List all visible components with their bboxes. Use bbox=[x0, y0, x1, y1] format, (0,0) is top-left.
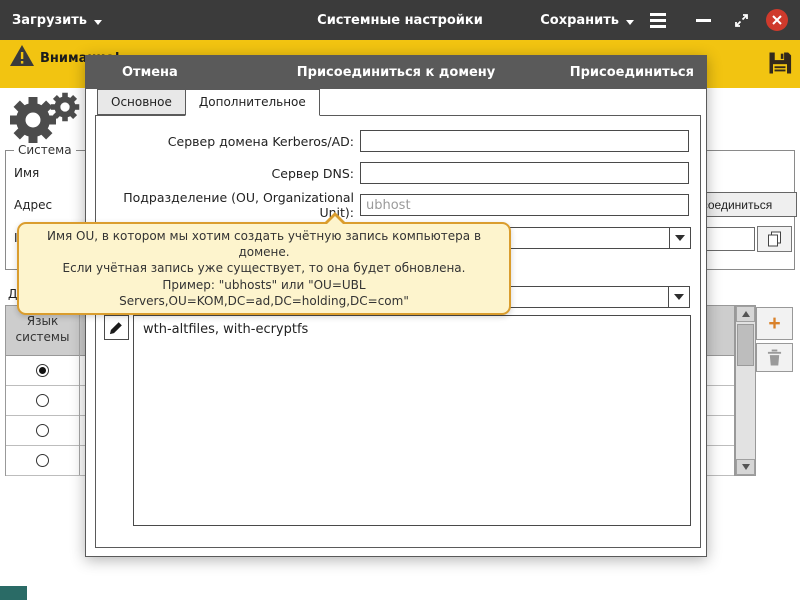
tab-additional[interactable]: Дополнительное bbox=[185, 89, 320, 116]
dialog-tabs: Основное Дополнительное bbox=[97, 89, 319, 116]
dropdown-arrow-icon bbox=[675, 235, 685, 241]
table-column-divider bbox=[79, 306, 80, 475]
features-textarea[interactable]: wth-altfiles, with-ecryptfs bbox=[133, 315, 691, 526]
kerberos-server-label: Сервер домена Kerberos/AD: bbox=[96, 134, 360, 149]
top-bar-actions: Сохранить bbox=[540, 0, 788, 40]
scrollbar-thumb[interactable] bbox=[737, 324, 754, 366]
scroll-up-button[interactable] bbox=[736, 306, 755, 322]
chevron-down-icon bbox=[626, 20, 634, 25]
dialog-panel: Сервер домена Kerberos/AD: Сервер DNS: П… bbox=[95, 115, 701, 548]
bottom-left-accent bbox=[0, 586, 27, 600]
table-scrollbar[interactable] bbox=[735, 305, 756, 476]
language-radio-2[interactable] bbox=[36, 424, 49, 437]
dialog-titlebar: Отмена Присоединиться к домену Присоедин… bbox=[86, 56, 706, 89]
save-file-icon[interactable] bbox=[766, 49, 794, 81]
dropdown-arrow-icon bbox=[674, 294, 684, 300]
hamburger-menu-icon[interactable] bbox=[650, 13, 666, 28]
fullscreen-icon[interactable] bbox=[733, 12, 750, 29]
language-radio-3[interactable] bbox=[36, 454, 49, 467]
trash-icon bbox=[767, 349, 782, 366]
save-menu-button[interactable]: Сохранить bbox=[540, 13, 634, 28]
screen: Загрузить Системные настройки Сохранить … bbox=[0, 0, 800, 600]
ou-tooltip-line2: Если учётная запись уже существует, то о… bbox=[27, 260, 501, 276]
edit-pencil-icon bbox=[109, 320, 124, 335]
triangle-up-icon bbox=[742, 311, 750, 317]
ou-tooltip-line3: Пример: "ubhosts" или "OU=UBL Servers,OU… bbox=[27, 277, 501, 309]
dialog-join-button[interactable]: Присоединиться bbox=[570, 56, 694, 89]
top-bar: Загрузить Системные настройки Сохранить bbox=[0, 0, 800, 40]
combo-arrow-box[interactable] bbox=[668, 287, 689, 307]
dns-server-label: Сервер DNS: bbox=[96, 166, 360, 181]
warning-triangle-icon bbox=[9, 44, 35, 71]
close-button[interactable] bbox=[766, 9, 788, 31]
address-label: Адрес bbox=[14, 198, 52, 212]
tab-basic[interactable]: Основное bbox=[97, 89, 186, 115]
edit-button[interactable] bbox=[104, 315, 129, 340]
ou-tooltip-line1: Имя OU, в котором мы хотим создать учётн… bbox=[27, 228, 501, 260]
settings-gears-icon bbox=[8, 90, 82, 148]
close-icon bbox=[772, 15, 782, 25]
save-menu-label: Сохранить bbox=[540, 13, 619, 28]
system-groupbox-label: Система bbox=[14, 143, 76, 157]
triangle-down-icon bbox=[742, 464, 750, 470]
language-radio-1[interactable] bbox=[36, 394, 49, 407]
ou-label: Подразделение (OU, Organizational Unit): bbox=[96, 190, 360, 220]
copy-icon bbox=[767, 231, 783, 247]
ou-tooltip: Имя OU, в котором мы хотим создать учётн… bbox=[17, 222, 511, 315]
kerberos-server-input[interactable] bbox=[360, 130, 689, 152]
dns-server-input[interactable] bbox=[360, 162, 689, 184]
add-icon: + bbox=[768, 313, 780, 334]
add-language-button[interactable]: + bbox=[756, 307, 793, 340]
name-label: Имя bbox=[14, 166, 39, 180]
ou-input[interactable] bbox=[360, 194, 689, 216]
combo-arrow-box[interactable] bbox=[669, 228, 690, 248]
delete-language-button[interactable] bbox=[756, 343, 793, 372]
scroll-down-button[interactable] bbox=[736, 459, 755, 475]
minimize-icon[interactable] bbox=[696, 19, 711, 22]
copy-button[interactable] bbox=[757, 226, 792, 252]
language-radio-0[interactable] bbox=[36, 364, 49, 377]
